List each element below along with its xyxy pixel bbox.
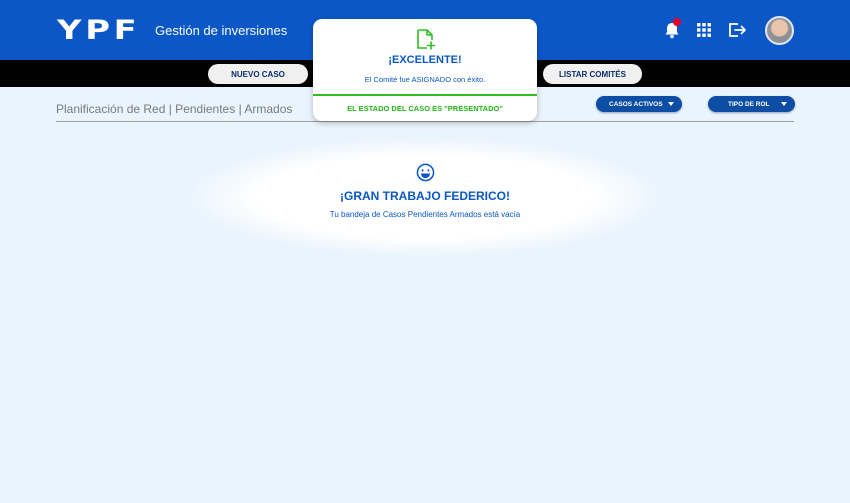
empty-state-subtitle: Tu bandeja de Casos Pendientes Armados e… [329,210,521,219]
ypf-logo[interactable]: YPF [57,17,140,44]
role-type-dropdown[interactable]: TIPO DE ROL [708,96,795,112]
active-cases-dropdown[interactable]: CASOS ACTIVOS [596,96,682,112]
new-case-button[interactable]: NUEVO CASO [208,64,308,84]
document-add-icon [417,29,435,50]
toast-divider [313,94,537,96]
toast-status: EL ESTADO DEL CASO ES "PRESENTADO" [347,104,503,113]
list-committees-button[interactable]: LISTAR COMITÉS [543,64,642,84]
smile-icon [416,163,435,182]
chevron-down-icon [668,102,674,106]
breadcrumb: Planificación de Red | Pendientes | Arma… [56,102,293,116]
empty-state-title: ¡GRAN TRABAJO FEDERICO! [340,189,510,203]
toast-message: El Comité fue ASIGNADO con éxito. [364,75,486,84]
toast-title: ¡EXCELENTE! [388,54,462,66]
notification-dot [673,18,681,26]
user-avatar[interactable] [765,16,794,45]
app-title: Gestión de inversiones [155,23,288,38]
chevron-down-icon [781,102,787,106]
logout-icon[interactable] [727,20,747,40]
success-toast: ¡EXCELENTE! El Comité fue ASIGNADO con é… [313,19,537,121]
apps-grid-icon[interactable] [694,20,714,40]
role-type-label: TIPO DE ROL [728,100,770,108]
active-cases-label: CASOS ACTIVOS [609,100,663,108]
header-divider [56,121,794,122]
